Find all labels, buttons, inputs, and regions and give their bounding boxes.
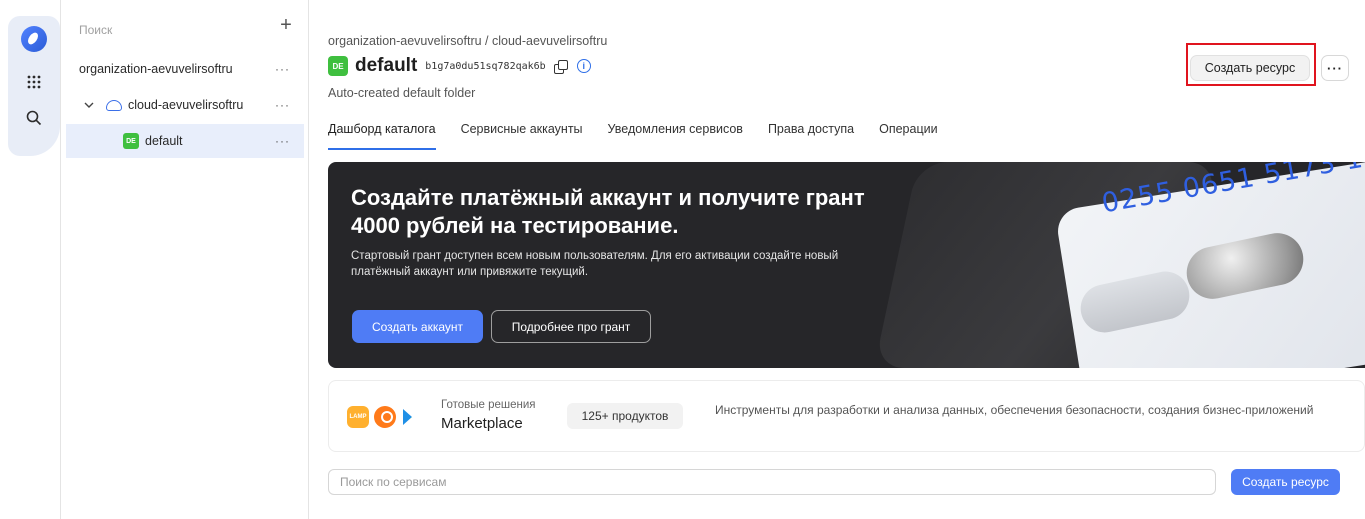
- tab-operations[interactable]: Операции: [879, 122, 937, 150]
- folder-badge: DE: [123, 133, 139, 149]
- folder-badge: DE: [328, 56, 348, 76]
- products-count-badge: 125+ продуктов: [567, 403, 683, 429]
- tree-item-cloud[interactable]: cloud-aevuvelirsoftru ···: [66, 88, 304, 122]
- marketplace-description: Инструменты для разработки и анализа дан…: [715, 403, 1314, 417]
- copy-icon[interactable]: [553, 59, 568, 74]
- tab-service-notifications[interactable]: Уведомления сервисов: [608, 122, 743, 150]
- key-icon: [374, 406, 396, 428]
- promo-title: Создайте платёжный аккаунт и получите гр…: [351, 185, 865, 238]
- tree-item-label: cloud-aevuvelirsoftru: [128, 98, 244, 112]
- marketplace-card[interactable]: LAMP Готовые решения Marketplace 125+ пр…: [328, 380, 1365, 452]
- tab-dashboard[interactable]: Дашборд каталога: [328, 122, 436, 150]
- tree-item-label: organization-aevuvelirsoftru: [79, 62, 233, 76]
- promo-text: Стартовый грант доступен всем новым поль…: [351, 250, 839, 278]
- more-actions-button[interactable]: ···: [1321, 55, 1349, 81]
- more-icon[interactable]: ···: [275, 134, 290, 148]
- rail-divider: [60, 0, 61, 519]
- page-title: default: [355, 55, 418, 76]
- tree-divider: [308, 0, 309, 519]
- tree-item-label: default: [145, 134, 183, 148]
- folder-description: Auto-created default folder: [328, 86, 476, 100]
- page-title-row: DE default b1g7a0du51sq782qak6b i: [328, 55, 591, 77]
- resource-tree: Поиск + organization-aevuvelirsoftru ···…: [66, 0, 308, 519]
- apps-grid-icon[interactable]: [18, 66, 50, 98]
- tab-access-rights[interactable]: Права доступа: [768, 122, 854, 150]
- tree-search-input[interactable]: Поиск: [79, 23, 112, 37]
- main-content: organization-aevuvelirsoftru / cloud-aev…: [328, 0, 1365, 519]
- service-search-input[interactable]: Поиск по сервисам: [328, 469, 1216, 495]
- add-icon[interactable]: +: [275, 14, 297, 36]
- more-icon[interactable]: ···: [275, 62, 290, 76]
- chevron-down-icon[interactable]: [84, 99, 98, 111]
- folder-id: b1g7a0du51sq782qak6b: [425, 60, 546, 72]
- create-resource-button-bottom[interactable]: Создать ресурс: [1231, 469, 1340, 495]
- create-account-button[interactable]: Создать аккаунт: [352, 310, 483, 343]
- pinwheel-icon: [401, 406, 423, 428]
- marketplace-label: Готовые решения: [441, 399, 536, 411]
- cloud-icon: [106, 99, 122, 111]
- marketplace-name: Marketplace: [441, 415, 523, 432]
- tree-item-organization[interactable]: organization-aevuvelirsoftru ···: [66, 52, 304, 86]
- breadcrumb[interactable]: organization-aevuvelirsoftru / cloud-aev…: [328, 34, 607, 48]
- tab-bar: Дашборд каталога Сервисные аккаунты Увед…: [328, 122, 963, 150]
- grant-details-button[interactable]: Подробнее про грант: [491, 310, 651, 343]
- tree-item-default[interactable]: DE default ···: [66, 124, 304, 158]
- more-icon[interactable]: ···: [275, 98, 290, 112]
- nav-rail: [8, 16, 60, 519]
- lamp-icon: LAMP: [347, 406, 369, 428]
- search-icon[interactable]: [18, 102, 50, 134]
- tab-service-accounts[interactable]: Сервисные аккаунты: [461, 122, 583, 150]
- create-resource-button[interactable]: Создать ресурс: [1190, 55, 1310, 81]
- yandex-cloud-logo-icon[interactable]: [21, 26, 47, 52]
- info-icon[interactable]: i: [576, 59, 591, 73]
